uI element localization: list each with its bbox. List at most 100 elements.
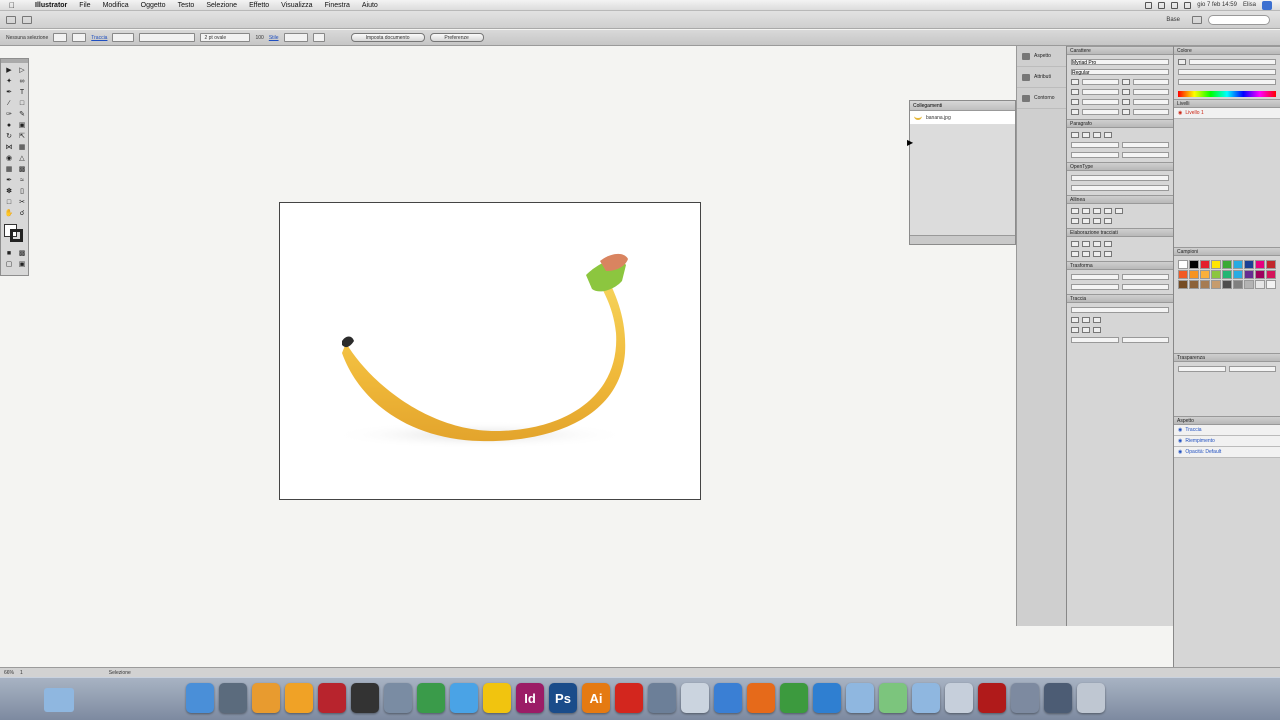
column-graph-tool-icon[interactable]: ▯ (16, 186, 28, 196)
position-field[interactable] (1071, 185, 1169, 191)
leading-field[interactable] (1132, 79, 1169, 85)
swatches-panel-tab[interactable]: Campioni (1174, 247, 1280, 256)
height-field[interactable] (1121, 284, 1169, 290)
align-objects-left-icon[interactable] (1071, 208, 1079, 214)
blend-mode-field[interactable] (1178, 366, 1226, 372)
wifi-icon[interactable] (1145, 1, 1153, 9)
eyedropper-tool-icon[interactable]: ✒ (3, 175, 15, 185)
distribute-top-icon[interactable] (1071, 218, 1079, 224)
style-link[interactable]: Stile (269, 35, 279, 41)
distribute-left-icon[interactable] (1104, 218, 1112, 224)
fill-swatch[interactable] (53, 33, 68, 42)
y-field[interactable] (1071, 284, 1119, 290)
layer-row[interactable]: ◉ Livello 1 (1174, 108, 1280, 119)
document-setup-button[interactable]: Imposta documento (350, 33, 425, 42)
menu-file[interactable]: File (73, 0, 96, 11)
dash-field[interactable] (1071, 337, 1119, 343)
color-mode-icon[interactable]: ■ (3, 248, 15, 258)
folder-a-icon[interactable] (846, 683, 874, 713)
align-panel-tab[interactable]: Allinea (1067, 195, 1173, 204)
trim-icon[interactable] (1082, 251, 1090, 257)
lasso-tool-icon[interactable]: ∞ (16, 76, 28, 86)
transparency-panel-tab[interactable]: Trasparenza (1174, 353, 1280, 362)
kerning-field[interactable] (1082, 89, 1119, 95)
safari-icon[interactable] (813, 683, 841, 713)
stroke-swatch-icon[interactable] (10, 229, 23, 242)
appearance-item-opacity[interactable]: ◉ Opacità: Default (1174, 447, 1280, 458)
layers-panel-tab[interactable]: Livelli (1174, 99, 1280, 108)
photos-icon[interactable] (648, 683, 676, 713)
opacity-value[interactable]: 100 (255, 35, 263, 41)
minus-front-icon[interactable] (1082, 241, 1090, 247)
ibooks-icon[interactable] (285, 683, 313, 713)
variable-width-field[interactable] (139, 33, 196, 42)
color-slider-2[interactable] (1178, 69, 1276, 75)
folder-icon[interactable] (44, 688, 74, 712)
tracking-field[interactable] (1132, 89, 1169, 95)
bridge-icon[interactable] (6, 15, 16, 24)
chevron-down-icon[interactable] (1192, 15, 1202, 24)
align-icon[interactable] (312, 33, 325, 42)
menu-oggetto[interactable]: Oggetto (135, 0, 172, 11)
swatch[interactable] (1211, 280, 1221, 289)
join-bevel-icon[interactable] (1093, 327, 1101, 333)
hand-tool-icon[interactable]: ✋ (3, 208, 15, 218)
pages-icon[interactable] (252, 683, 280, 713)
font-family-field[interactable]: Myriad Pro (1071, 59, 1169, 66)
menu-visualizza[interactable]: Visualizza (275, 0, 318, 11)
color-spectrum[interactable] (1178, 91, 1276, 97)
zoom-tool-icon[interactable]: ☌ (16, 208, 28, 218)
rotate-tool-icon[interactable]: ↻ (3, 131, 15, 141)
align-objects-top-icon[interactable] (1104, 208, 1112, 214)
magic-wand-tool-icon[interactable]: ✦ (3, 76, 15, 86)
swatch[interactable] (1255, 280, 1265, 289)
transform-panel-tab[interactable]: Trasforma (1067, 261, 1173, 270)
width-tool-icon[interactable]: ⋈ (3, 142, 15, 152)
figure-field[interactable] (1071, 175, 1169, 181)
distribute-bottom-icon[interactable] (1093, 218, 1101, 224)
menu-effetto[interactable]: Effetto (243, 0, 275, 11)
swatch[interactable] (1222, 260, 1232, 269)
menu-app-name[interactable]: Illustrator (29, 0, 73, 11)
swatch[interactable] (1255, 260, 1265, 269)
type-tool-icon[interactable]: T (16, 87, 28, 97)
x-field[interactable] (1071, 274, 1119, 280)
zoom-level[interactable]: 66% (4, 670, 14, 676)
menu-modifica[interactable]: Modifica (97, 0, 135, 11)
menu-clock[interactable]: gio 7 feb 14:59 (1197, 2, 1237, 8)
swatch[interactable] (1178, 280, 1188, 289)
pen-tool-icon[interactable]: ✒ (3, 87, 15, 97)
eye-icon[interactable]: ◉ (1178, 438, 1182, 444)
join-miter-icon[interactable] (1071, 327, 1079, 333)
stroke-label-link[interactable]: Traccia (91, 35, 107, 41)
color-slider-1[interactable] (1189, 59, 1276, 65)
acrobat-reader-icon[interactable] (978, 683, 1006, 713)
strip-item-attributi[interactable]: Attributi (1017, 67, 1066, 88)
cap-round-icon[interactable] (1082, 317, 1090, 323)
swatch[interactable] (1266, 270, 1276, 279)
page-number[interactable]: 1 (20, 670, 23, 676)
system-prefs-icon[interactable] (219, 683, 247, 713)
menu-aiuto[interactable]: Aiuto (356, 0, 384, 11)
menu-testo[interactable]: Testo (172, 0, 201, 11)
itunes-icon[interactable] (450, 683, 478, 713)
firefox-icon[interactable] (747, 683, 775, 713)
fill-stroke-widget[interactable] (4, 224, 24, 242)
help-search-input[interactable] (1208, 14, 1270, 25)
swatch[interactable] (1189, 260, 1199, 269)
free-transform-tool-icon[interactable]: ▦ (16, 142, 28, 152)
workspace-switcher[interactable]: Base (1166, 17, 1180, 23)
draw-mode-icon[interactable]: ▢ (3, 259, 15, 269)
trash-icon[interactable] (1077, 683, 1105, 713)
gradient-tool-icon[interactable]: ▩ (16, 164, 28, 174)
swatch[interactable] (1266, 260, 1276, 269)
artboard[interactable] (279, 202, 701, 500)
stroke-weight-field[interactable] (112, 33, 135, 42)
menu-selezione[interactable]: Selezione (200, 0, 243, 11)
perspective-grid-tool-icon[interactable]: △ (16, 153, 28, 163)
swatch[interactable] (1233, 260, 1243, 269)
merge-icon[interactable] (1093, 251, 1101, 257)
rectangle-tool-icon[interactable]: □ (16, 98, 28, 108)
eye-icon[interactable]: ◉ (1178, 427, 1182, 433)
screen-mode-icon[interactable]: ▣ (16, 259, 28, 269)
